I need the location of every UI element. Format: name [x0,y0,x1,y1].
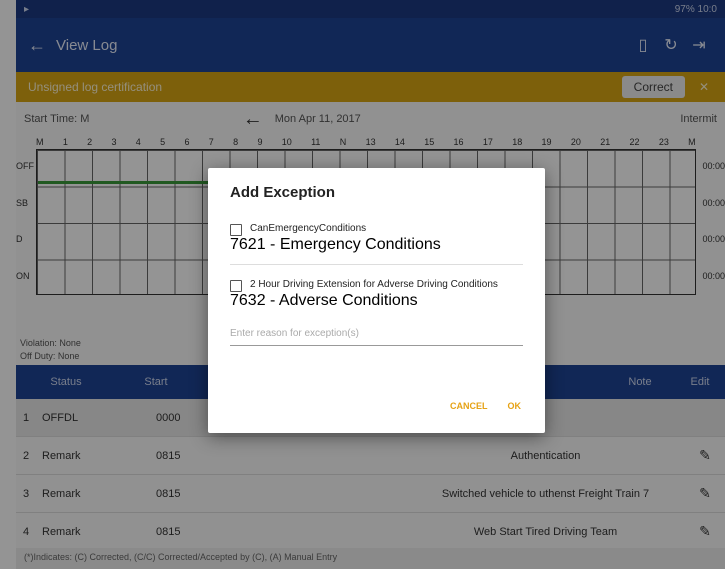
exception-option: 2 Hour Driving Extension for Adverse Dri… [230,279,523,310]
adverse-conditions-checkbox[interactable] [230,280,242,292]
cancel-button[interactable]: CANCEL [450,401,488,411]
option-sublabel: 7621 - Emergency Conditions [230,236,441,253]
option-label: 2 Hour Driving Extension for Adverse Dri… [250,279,498,290]
exception-option: CanEmergencyConditions 7621 - Emergency … [230,223,523,254]
divider [230,264,523,265]
emergency-checkbox[interactable] [230,224,242,236]
reason-input[interactable]: Enter reason for exception(s) [230,328,523,346]
option-label: CanEmergencyConditions [250,223,367,234]
option-sublabel: 7632 - Adverse Conditions [230,292,418,309]
add-exception-dialog: Add Exception CanEmergencyConditions 762… [208,168,545,433]
dialog-title: Add Exception [230,184,336,201]
ok-button[interactable]: OK [508,401,522,411]
